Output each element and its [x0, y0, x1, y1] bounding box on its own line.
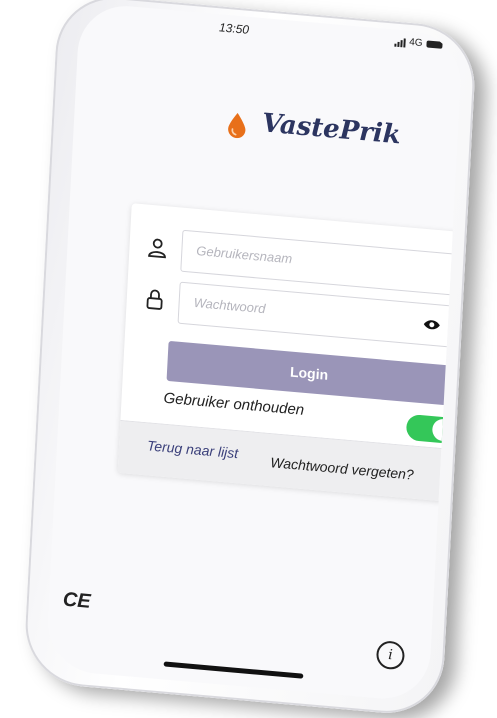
- remember-user-toggle[interactable]: [405, 413, 457, 445]
- network-label: 4G: [408, 36, 423, 50]
- username-placeholder: Gebruikersnaam: [196, 243, 293, 267]
- status-bar: 13:50 4G: [79, 6, 463, 59]
- blood-drop-icon: [228, 113, 246, 139]
- status-time: 13:50: [218, 20, 250, 37]
- remember-user-label: Gebruiker onthouden: [163, 389, 305, 419]
- app-logo: VastePrik: [223, 105, 401, 150]
- battery-icon: [426, 40, 443, 49]
- home-indicator[interactable]: [163, 661, 304, 679]
- app-screen: 13:50 4G VastePrik Gebruikersnaam Wachtw…: [45, 2, 464, 703]
- forgot-password-link[interactable]: Wachtwoord vergeten?: [270, 454, 414, 483]
- back-to-list-link[interactable]: Terug naar lijst: [147, 437, 239, 461]
- ce-mark: CE: [62, 588, 92, 613]
- status-indicators: 4G: [394, 36, 443, 51]
- toggle-knob: [431, 418, 455, 443]
- password-placeholder: Wachtwoord: [193, 294, 266, 317]
- lock-icon: [146, 289, 163, 310]
- login-card: Gebruikersnaam Wachtwoord Login Gebruike…: [117, 203, 464, 503]
- app-name: VastePrik: [261, 108, 402, 151]
- signal-icon: [394, 36, 406, 48]
- show-password-icon[interactable]: [423, 318, 442, 332]
- info-icon: i: [387, 647, 394, 664]
- phone-device: 13:50 4G VastePrik Gebruikersnaam Wachtw…: [22, 0, 478, 718]
- user-icon: [148, 238, 166, 259]
- info-button[interactable]: i: [375, 640, 406, 671]
